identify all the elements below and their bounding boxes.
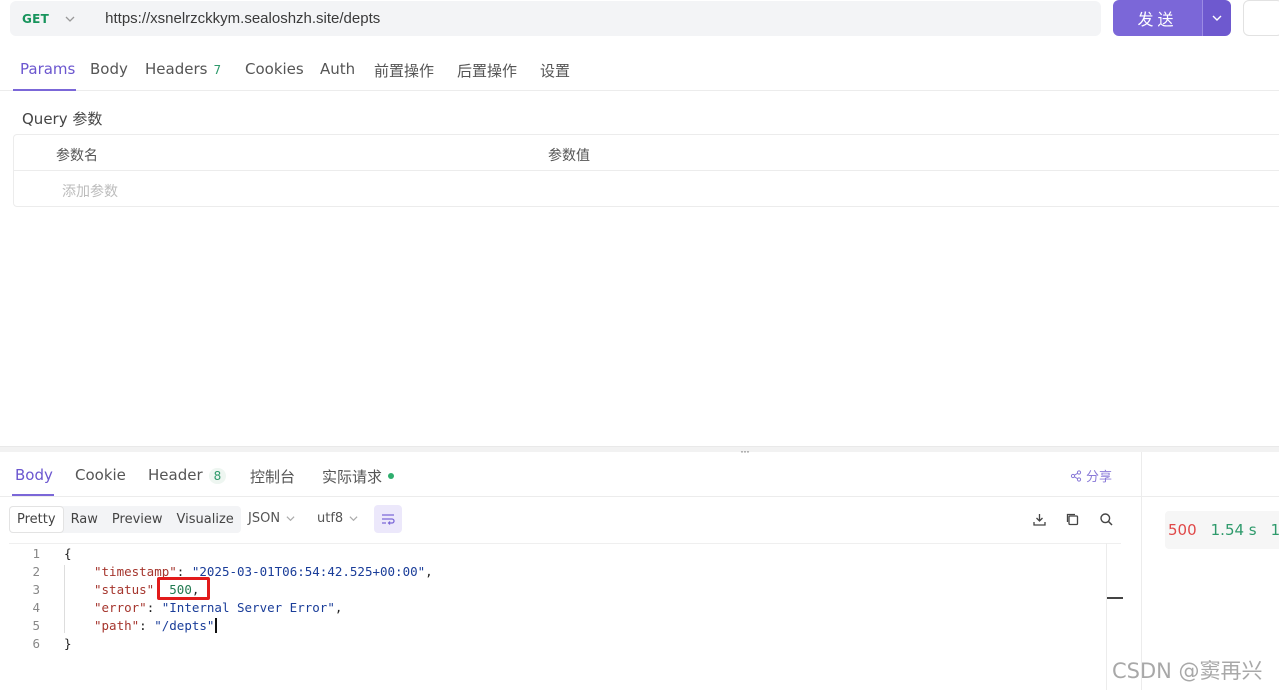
query-params-table: 参数名 参数值 添加参数 xyxy=(13,134,1279,207)
table-header: 参数名 参数值 xyxy=(14,135,1279,171)
json-value: "/depts" xyxy=(154,617,215,633)
meta-panel-header xyxy=(1142,452,1279,497)
code-text: "timestamp": "2025-03-01T06:54:42.525+00… xyxy=(94,563,433,579)
method-select[interactable]: GET xyxy=(22,12,49,26)
code-line: 3 "status": 500, xyxy=(9,580,199,598)
tab-response-header-label: Header xyxy=(148,466,203,484)
word-wrap-button[interactable] xyxy=(374,505,402,533)
code-text: { xyxy=(64,545,72,561)
code-line: 4 "error": "Internal Server Error", xyxy=(9,598,342,616)
add-param-input[interactable]: 添加参数 xyxy=(62,181,118,201)
code-text: "path": "/depts" xyxy=(94,617,217,633)
tab-settings[interactable]: 设置 xyxy=(540,60,570,81)
response-time: 1.54 s xyxy=(1210,521,1257,539)
code-line: 5 "path": "/depts" xyxy=(9,616,217,634)
url-input[interactable]: https://xsnelrzckkym.sealoshzh.site/dept… xyxy=(105,10,380,27)
code-text: } xyxy=(64,635,72,651)
query-params-title: Query 参数 xyxy=(22,110,103,128)
tab-pre-processors[interactable]: 前置操作 xyxy=(374,60,434,81)
text-cursor xyxy=(215,617,217,633)
encoding-select[interactable]: utf8 xyxy=(317,511,358,526)
tab-headers[interactable]: Headers 7 xyxy=(145,60,221,78)
tab-cookies[interactable]: Cookies xyxy=(245,60,304,78)
response-stats: 500 1.54 s 1( xyxy=(1165,511,1279,549)
format-select-value: JSON xyxy=(248,511,281,526)
line-number: 5 xyxy=(32,617,40,633)
column-header-name: 参数名 xyxy=(56,148,98,164)
code-text: "error": "Internal Server Error", xyxy=(94,599,343,615)
send-button[interactable]: 发送 xyxy=(1113,0,1202,36)
view-raw[interactable]: Raw xyxy=(64,507,105,532)
send-options-button[interactable] xyxy=(1202,0,1231,36)
tab-response-header[interactable]: Header 8 xyxy=(148,466,227,484)
line-number: 3 xyxy=(32,581,40,597)
tab-console[interactable]: 控制台 xyxy=(250,466,295,487)
url-input-group: GET https://xsnelrzckkym.sealoshzh.site/… xyxy=(10,1,1101,36)
header-count-badge: 8 xyxy=(208,468,227,484)
tab-response-body[interactable]: Body xyxy=(15,466,53,484)
response-tabs: Body Cookie Header 8 控制台 实际请求 分享 xyxy=(0,452,1141,497)
code-line: 2 "timestamp": "2025-03-01T06:54:42.525+… xyxy=(9,562,432,580)
view-preview[interactable]: Preview xyxy=(105,507,170,532)
json-value: "Internal Server Error" xyxy=(161,599,335,615)
tab-response-cookie[interactable]: Cookie xyxy=(75,466,126,484)
json-value: "2025-03-01T06:54:42.525+00:00" xyxy=(191,563,426,579)
scrollbar-marker xyxy=(1107,597,1123,599)
status-code: 500 xyxy=(1168,521,1197,539)
chevron-down-icon xyxy=(286,516,295,522)
send-button-group: 发送 xyxy=(1113,0,1231,36)
request-bar: GET https://xsnelrzckkym.sealoshzh.site/… xyxy=(0,0,1279,44)
code-line: 6 } xyxy=(9,634,71,652)
tab-headers-label: Headers xyxy=(145,60,208,78)
line-number: 6 xyxy=(32,635,40,651)
view-mode-segment: Pretty Raw Preview Visualize xyxy=(9,506,241,533)
share-label: 分享 xyxy=(1086,470,1113,485)
tab-post-processors[interactable]: 后置操作 xyxy=(457,60,517,81)
code-line: 1 { xyxy=(9,544,71,562)
line-number: 1 xyxy=(32,545,40,561)
format-select[interactable]: JSON xyxy=(248,511,295,526)
tab-auth[interactable]: Auth xyxy=(320,60,355,78)
headers-count-badge: 7 xyxy=(213,63,222,77)
status-highlight-box xyxy=(157,577,210,600)
tab-actual-request-label: 实际请求 xyxy=(322,468,383,486)
status-dot xyxy=(388,473,395,479)
json-key: "status" xyxy=(94,581,155,597)
chevron-down-icon xyxy=(349,516,358,522)
chevron-down-icon xyxy=(1212,15,1222,21)
chevron-down-icon[interactable] xyxy=(65,14,75,24)
request-tabs: Params Body Headers 7 Cookies Auth 前置操作 后… xyxy=(0,48,1279,91)
encoding-select-value: utf8 xyxy=(317,511,344,526)
view-pretty[interactable]: Pretty xyxy=(10,507,63,532)
tab-actual-request[interactable]: 实际请求 xyxy=(322,466,395,487)
indent-guide xyxy=(64,565,65,633)
active-tab-indicator xyxy=(13,89,76,91)
response-size: 1( xyxy=(1270,521,1279,539)
save-button[interactable] xyxy=(1243,0,1279,36)
copy-icon[interactable] xyxy=(1063,510,1081,528)
column-header-value: 参数值 xyxy=(548,148,590,164)
download-icon[interactable] xyxy=(1030,510,1048,528)
json-key: "error" xyxy=(94,599,147,615)
response-body-editor[interactable]: 1 { 2 "timestamp": "2025-03-01T06:54:42.… xyxy=(9,543,1121,690)
json-key: "path" xyxy=(94,617,140,633)
share-button[interactable]: 分享 xyxy=(1070,466,1112,485)
tab-body[interactable]: Body xyxy=(90,60,128,78)
line-number: 2 xyxy=(32,563,40,579)
search-icon[interactable] xyxy=(1097,510,1115,528)
line-number: 4 xyxy=(32,599,40,615)
tab-params[interactable]: Params xyxy=(20,60,75,78)
wrap-icon xyxy=(382,514,395,525)
active-tab-indicator xyxy=(12,494,54,496)
share-icon xyxy=(1070,469,1082,482)
watermark: CSDN @窦再兴 xyxy=(1112,659,1263,683)
view-visualize[interactable]: Visualize xyxy=(170,507,241,532)
